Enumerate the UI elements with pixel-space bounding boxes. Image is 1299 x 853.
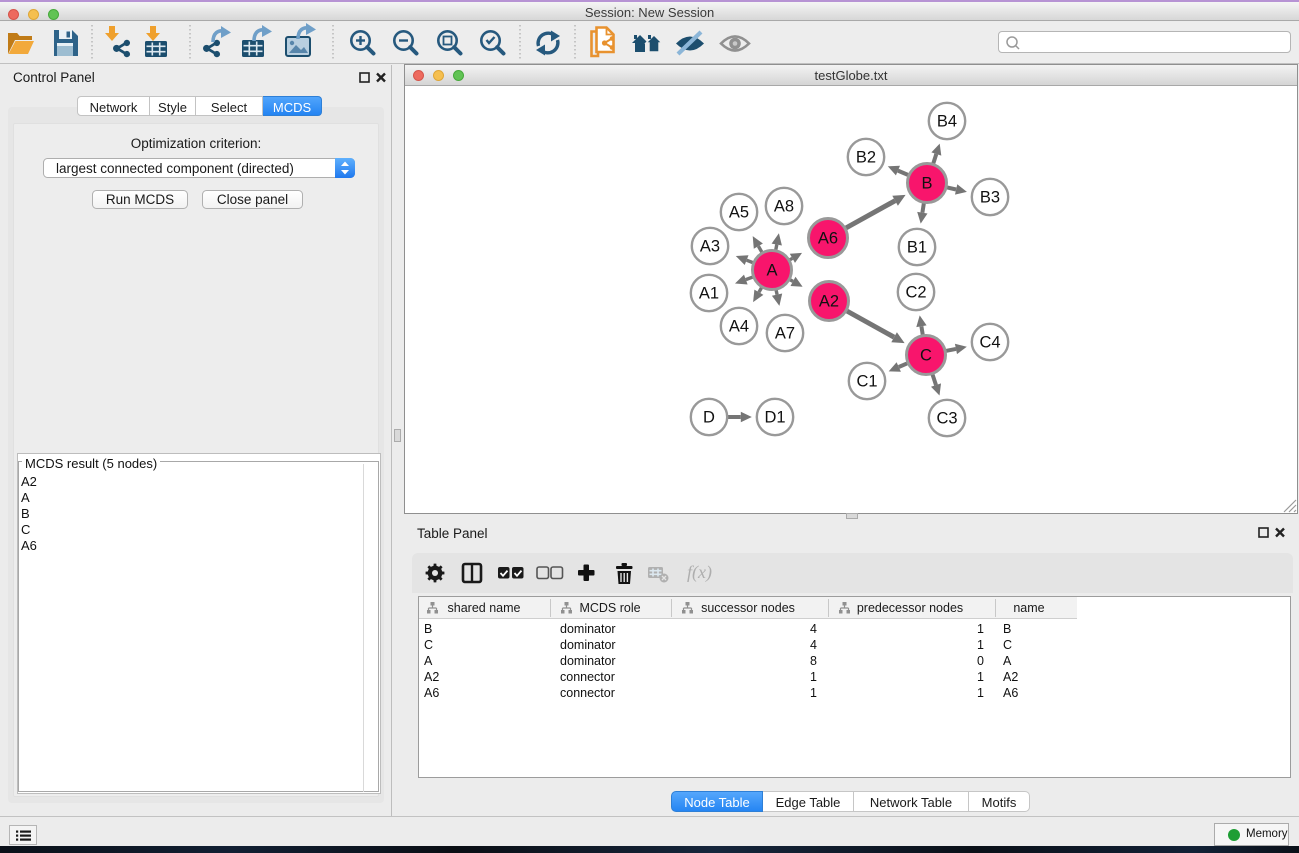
svg-text:A2: A2 [819,293,839,311]
svg-text:A1: A1 [699,285,719,303]
svg-text:B3: B3 [980,189,1000,207]
svg-text:C2: C2 [905,284,926,302]
svg-text:C4: C4 [979,334,1000,352]
svg-text:A: A [766,262,777,280]
svg-text:A8: A8 [774,198,794,216]
svg-text:B1: B1 [907,239,927,257]
svg-text:A6: A6 [818,230,838,248]
svg-text:C: C [920,347,932,365]
svg-text:A3: A3 [700,238,720,256]
svg-text:B: B [921,175,932,193]
svg-text:A5: A5 [729,204,749,222]
svg-text:B4: B4 [937,113,957,131]
svg-text:C3: C3 [936,410,957,428]
svg-text:C1: C1 [856,373,877,391]
svg-text:A7: A7 [775,325,795,343]
svg-text:B2: B2 [856,149,876,167]
svg-text:D: D [703,409,715,427]
svg-text:D1: D1 [764,409,785,427]
svg-text:A4: A4 [729,318,749,336]
